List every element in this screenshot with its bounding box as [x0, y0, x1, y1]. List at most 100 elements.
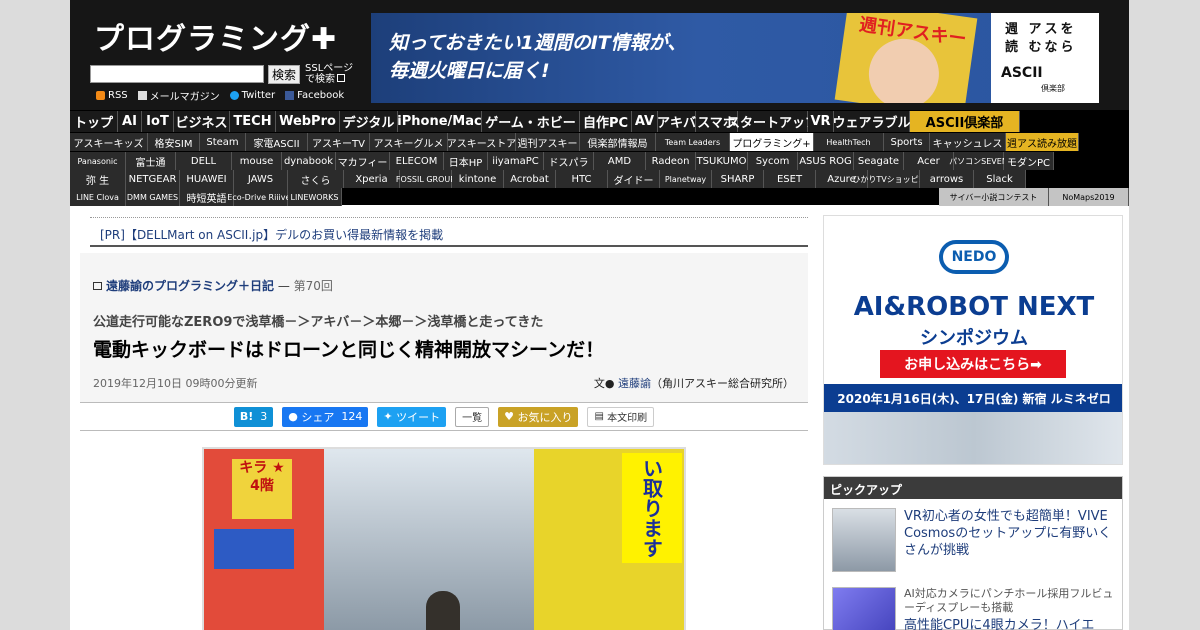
favorite-button[interactable]: ♥ お気に入り [498, 406, 579, 427]
nav-item[interactable]: Sycom [748, 152, 798, 170]
nav-item[interactable]: アスキーTV [308, 133, 370, 151]
nav-item[interactable]: ASUS ROG [798, 152, 854, 170]
nav-item[interactable]: マカフィー [336, 152, 390, 170]
pr-link[interactable]: [PR]【DELLMart on ASCII.jp】デルのお買い得最新情報を掲載 [90, 217, 808, 247]
nav-item[interactable]: Team Leaders [656, 133, 730, 151]
nav-item[interactable]: 倶楽部情報局 [580, 133, 656, 151]
ssl-search-link[interactable]: SSLページ で検索 [305, 63, 353, 85]
article-photo[interactable]: キラ ★ 4階 い取ります [202, 447, 686, 630]
nav-item[interactable]: kintone [452, 170, 504, 188]
nav-item[interactable]: 格安SIM [148, 133, 200, 151]
nav-item[interactable]: Sports [884, 133, 930, 151]
nav-item[interactable]: キャッシュレス [930, 133, 1006, 151]
nav-item[interactable]: HUAWEI [180, 170, 234, 188]
nav-item[interactable]: 富士通 [126, 152, 176, 170]
nav-item[interactable]: パソコンSEVEN [949, 152, 1008, 170]
nav-item[interactable]: ドスパラ [544, 152, 594, 170]
nav-item[interactable]: モダンPC [1004, 152, 1054, 170]
search-input[interactable] [90, 65, 264, 83]
nav-item[interactable]: WebPro [276, 111, 340, 132]
rss-link[interactable]: RSS [96, 90, 128, 101]
search-button[interactable]: 検索 [268, 64, 301, 84]
nav-item[interactable]: 弥 生 [70, 170, 126, 188]
nav-item[interactable]: Eco-Drive Riiiver [227, 188, 294, 206]
facebook-share-button[interactable]: ● シェア 124 [282, 406, 369, 427]
nav-item[interactable]: AI [118, 111, 142, 132]
nav-item[interactable]: ASCII倶楽部 [910, 111, 1020, 132]
nav-item[interactable]: 日本HP [444, 152, 488, 170]
nav-item[interactable]: TSUKUMO [696, 152, 748, 170]
nav-item[interactable]: AMD [594, 152, 646, 170]
nav-item[interactable]: ゲーム・ホビー [482, 111, 580, 132]
nav-item[interactable]: FOSSIL GROUP [396, 170, 455, 188]
nav-item[interactable]: アスキーグルメ [370, 133, 448, 151]
nav-item[interactable]: arrows [920, 170, 974, 188]
nav-item[interactable]: 週アス読み放題 [1006, 133, 1079, 151]
nav-item[interactable]: 週刊アスキー [516, 133, 580, 151]
facebook-link[interactable]: Facebook [285, 90, 344, 101]
nav-item[interactable]: ダイドー [608, 170, 660, 188]
nav-item[interactable]: Planetway [660, 170, 712, 188]
nav-item[interactable]: Seagate [854, 152, 904, 170]
nav-item[interactable]: Slack [974, 170, 1026, 188]
nav-item[interactable]: Acer [904, 152, 954, 170]
nav-item[interactable]: IoT [142, 111, 174, 132]
nav-item[interactable]: スタートアップ [727, 111, 818, 132]
nav-item[interactable]: NoMaps2019 [1049, 188, 1129, 206]
pickup-title[interactable]: 高性能CPUに4眼カメラ！ハイエ [904, 617, 1118, 630]
header-banner-ad[interactable]: 知っておきたい1週間のIT情報が、 毎週火曜日に届く! 週刊アスキー 週 アスを… [371, 13, 1099, 103]
nav-item[interactable]: プログラミング+ [730, 133, 814, 151]
nav-item[interactable]: AV [632, 111, 658, 132]
ad-apply-button[interactable]: お申し込みはこちら➡ [880, 350, 1066, 378]
pickup-title[interactable]: VR初心者の女性でも超簡単！VIVE Cosmosのセットアップに有野いくさんが… [904, 508, 1118, 559]
nav-item[interactable]: 自作PC [580, 111, 632, 132]
series-link[interactable]: 遠藤諭のプログラミング＋日記 [106, 279, 274, 293]
tweet-button[interactable]: ✦ ツイート [377, 406, 447, 427]
nav-item[interactable]: アスキーストア [447, 133, 516, 151]
nav-item[interactable]: HealthTech [814, 133, 884, 151]
hatena-bookmark-button[interactable]: B! 3 [233, 406, 274, 427]
nav-item[interactable]: ひかりTVショッピング [852, 170, 935, 188]
nav-item[interactable]: さくら [288, 170, 344, 188]
nav-item[interactable]: HTC [556, 170, 608, 188]
nav-item[interactable]: Panasonic [70, 152, 126, 170]
nav-item[interactable]: Steam [200, 133, 246, 151]
ad-robot-photo [824, 412, 1122, 464]
nav-item[interactable]: サイバー小説コンテスト [939, 188, 1049, 206]
nav-item[interactable]: JAWS [234, 170, 288, 188]
nav-item[interactable]: トップ [70, 111, 118, 132]
nav-item[interactable]: 家電ASCII [246, 133, 308, 151]
nav-item[interactable]: SHARP [712, 170, 764, 188]
nav-item[interactable]: DMM GAMES [126, 188, 180, 206]
nav-item[interactable]: ウェアラブル [833, 111, 911, 132]
nav-item[interactable]: LINEWORKS [288, 188, 342, 206]
twitter-link[interactable]: Twitter [229, 90, 275, 101]
mail-magazine-link[interactable]: メールマガジン [137, 88, 220, 103]
tweet-list-button[interactable]: 一覧 [455, 406, 490, 427]
nav-item[interactable]: ESET [764, 170, 816, 188]
nav-item[interactable]: LINE Clova [70, 188, 126, 206]
nav-item[interactable]: アスキーキッズ [70, 133, 148, 151]
nav-item[interactable]: 時短英語 [180, 188, 234, 206]
sidebar-ad-nedo[interactable]: NEDO AI&ROBOT NEXT シンポジウム お申し込みはこちら➡ 202… [823, 215, 1123, 465]
nav-item[interactable]: DELL [176, 152, 232, 170]
nav-item[interactable]: iPhone/Mac [397, 111, 482, 132]
site-logo[interactable]: プログラミング✚ [94, 14, 337, 58]
nav-item[interactable]: dynabook [282, 152, 336, 170]
nav-item[interactable]: iiyamaPC [488, 152, 544, 170]
nav-item[interactable]: ビジネス [174, 111, 230, 132]
nav-item[interactable]: mouse [232, 152, 282, 170]
pickup-item[interactable]: AI対応カメラにパンチホール採用フルビューディスプレーも搭載 高性能CPUに4眼… [832, 587, 1116, 630]
author-link[interactable]: 遠藤諭 [618, 377, 651, 390]
nav-item[interactable]: デジタル [340, 111, 398, 132]
nav-item[interactable]: VR [808, 111, 834, 132]
pickup-item[interactable]: VR初心者の女性でも超簡単！VIVE Cosmosのセットアップに有野いくさんが… [832, 508, 1116, 574]
nav-item[interactable]: NETGEAR [126, 170, 180, 188]
nav-item[interactable]: アキバ [657, 111, 696, 132]
nav-item[interactable]: Xperia [344, 170, 400, 188]
nav-item[interactable]: TECH [230, 111, 276, 132]
print-button[interactable]: ▤ 本文印刷 [587, 406, 655, 427]
nav-item[interactable]: Acrobat [504, 170, 556, 188]
nav-item[interactable]: Radeon [646, 152, 696, 170]
nav-item[interactable]: ELECOM [390, 152, 444, 170]
